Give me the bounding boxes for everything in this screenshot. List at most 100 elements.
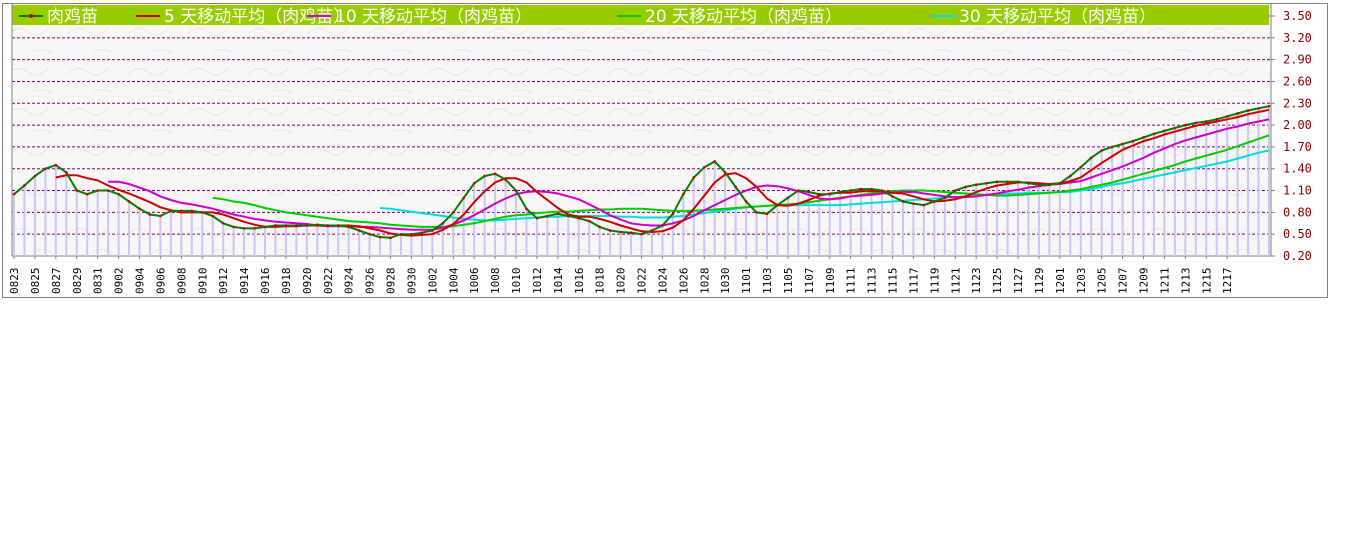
x-tick-label: 1101	[740, 268, 753, 295]
value-bar	[23, 185, 26, 256]
value-bar	[640, 234, 643, 256]
y-tick-label: 0.20	[1283, 249, 1312, 263]
data-point	[1079, 165, 1083, 169]
data-point	[284, 224, 288, 227]
value-bar	[243, 228, 246, 256]
data-point	[525, 207, 528, 211]
value-bar	[682, 194, 685, 256]
value-bar	[389, 237, 392, 256]
y-tick-label: 0.80	[1283, 205, 1312, 219]
data-point	[1131, 139, 1135, 143]
data-point	[1184, 123, 1187, 127]
data-point	[776, 203, 779, 207]
x-tick-label: 0910	[196, 268, 209, 295]
data-point	[692, 176, 696, 179]
x-tick-label: 1103	[761, 268, 774, 295]
value-bar	[671, 213, 674, 256]
x-axis: 0823 0825 0827 0829 0831 0902 0904 0906 0908 0910…	[8, 256, 1234, 294]
value-bar	[1247, 110, 1250, 256]
y-tick-label: 0.50	[1283, 227, 1312, 241]
x-tick-label: 1020	[615, 268, 628, 295]
data-point	[640, 232, 643, 236]
data-point	[472, 181, 476, 185]
data-point	[566, 214, 570, 218]
data-point	[431, 229, 434, 232]
value-bar	[1037, 184, 1040, 256]
data-point	[75, 189, 79, 192]
line-chart: 0.20 0.50 0.80 1.10 1.40 1.70 2.00 2.30 2.60 2.90…	[8, 4, 1312, 294]
x-tick-label: 1209	[1138, 268, 1151, 295]
data-point	[1163, 129, 1166, 133]
data-point	[619, 230, 622, 234]
data-point	[933, 200, 936, 203]
x-tick-label: 0922	[322, 268, 335, 295]
value-bar	[96, 190, 99, 256]
value-bar	[462, 197, 465, 256]
value-bar	[65, 172, 68, 256]
x-tick-label: 0908	[175, 268, 188, 295]
data-point	[807, 190, 811, 194]
data-point	[1006, 180, 1009, 184]
data-point	[12, 192, 16, 196]
x-tick-label: 1026	[677, 268, 690, 295]
y-tick-label: 2.30	[1283, 96, 1312, 110]
x-tick-label: 1117	[907, 268, 920, 295]
data-point	[1037, 183, 1041, 187]
x-tick-label: 0906	[154, 268, 167, 295]
data-point	[44, 167, 47, 171]
value-bar	[1058, 183, 1061, 256]
value-bar	[54, 165, 57, 256]
value-bar	[284, 225, 287, 256]
chart-frame: 0.20 0.50 0.80 1.10 1.40 1.70 2.00 2.30 2.60 2.90…	[2, 3, 1328, 298]
y-axis: 0.20 0.50 0.80 1.10 1.40 1.70 2.00 2.30 2.60 2.90…	[1270, 4, 1312, 263]
data-point	[849, 189, 852, 192]
data-point	[253, 227, 256, 230]
value-bar	[253, 228, 256, 256]
value-bar	[326, 225, 329, 256]
y-tick-label: 2.00	[1283, 118, 1312, 132]
x-tick-label: 0831	[92, 268, 105, 295]
value-bar	[1111, 146, 1114, 256]
value-bar	[274, 225, 277, 256]
data-point	[859, 187, 863, 191]
data-point	[713, 160, 717, 163]
data-point	[315, 223, 319, 227]
value-bar	[494, 173, 497, 256]
value-bar	[44, 168, 47, 256]
data-point	[922, 203, 926, 207]
x-tick-label: 1006	[468, 268, 481, 295]
data-point	[702, 165, 706, 169]
value-bar	[1205, 121, 1208, 256]
value-bar	[515, 190, 517, 256]
data-point	[159, 214, 162, 218]
data-point	[180, 209, 183, 213]
value-bar	[138, 208, 141, 256]
data-point	[1246, 109, 1250, 112]
value-bar	[13, 194, 15, 256]
data-point	[1121, 142, 1124, 146]
value-bar	[881, 190, 884, 256]
value-bar	[943, 197, 946, 256]
value-bar	[358, 230, 361, 256]
data-point	[190, 209, 194, 213]
data-point	[127, 200, 131, 203]
data-point	[1058, 181, 1062, 185]
value-bar	[1100, 150, 1103, 256]
value-bar	[650, 230, 653, 256]
value-bar	[1257, 108, 1260, 256]
legend-label: 20 天移动平均（肉鸡苗）	[645, 7, 842, 27]
data-point	[263, 225, 267, 229]
data-point	[1204, 120, 1208, 123]
value-bar	[818, 194, 821, 256]
value-bar	[1226, 116, 1229, 256]
data-point	[148, 213, 152, 216]
value-bar	[117, 194, 120, 256]
data-point	[399, 232, 403, 236]
data-point	[54, 163, 58, 167]
data-point	[483, 174, 486, 178]
value-bar	[609, 230, 612, 256]
value-bar	[86, 194, 89, 256]
value-bar	[483, 176, 486, 256]
value-bar	[295, 225, 298, 256]
x-tick-label: 1022	[636, 268, 649, 295]
